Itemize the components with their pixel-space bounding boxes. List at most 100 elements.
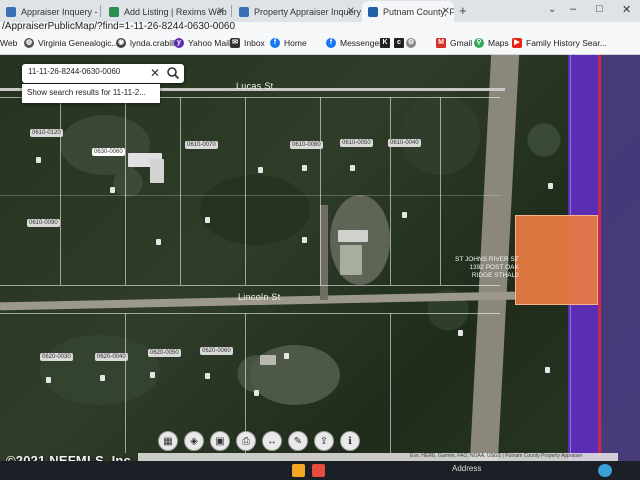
close-tab-icon[interactable]: ✕ bbox=[442, 6, 450, 17]
info-icon[interactable]: ℹ bbox=[340, 431, 360, 451]
bookmark-virginia-genealogic[interactable]: ◍ Virginia Genealogic... bbox=[24, 38, 119, 48]
app-icon[interactable] bbox=[312, 464, 325, 477]
tab-putnam-county[interactable]: Putnam County, FL ✕ bbox=[362, 1, 454, 22]
vegetation-texture bbox=[250, 345, 340, 405]
maps-icon: ⚲ bbox=[474, 38, 484, 48]
selected-parcel-highlight[interactable] bbox=[515, 215, 598, 305]
bookmark-messenger[interactable]: f Messenger bbox=[326, 38, 382, 48]
file-explorer-icon[interactable] bbox=[292, 464, 305, 477]
bookmark-home[interactable]: f Home bbox=[270, 38, 307, 48]
yahoo-icon: y bbox=[174, 38, 184, 48]
print-icon[interactable]: ⎙ bbox=[236, 431, 256, 451]
bookmark-family-history[interactable]: ▶ Family History Sear... bbox=[512, 38, 607, 48]
youtube-icon: ▶ bbox=[512, 38, 522, 48]
building-roof bbox=[340, 245, 362, 275]
gmail-icon: M bbox=[436, 38, 446, 48]
tab-search-chevron-icon[interactable]: ⌄ bbox=[548, 4, 556, 15]
map-attribution: Esri, HERE, Garmin, FAO, NOAA, USGS | Pu… bbox=[410, 453, 583, 459]
bookmark-misc-3[interactable]: ⚙ bbox=[406, 38, 420, 48]
building-roof bbox=[338, 230, 368, 242]
grid-icon[interactable]: ▦ bbox=[158, 431, 178, 451]
bookmark-label: Inbox bbox=[244, 38, 265, 48]
parcel-id-label[interactable]: 0630-0060 bbox=[92, 148, 125, 156]
parcel-id-label[interactable]: 0610-0050 bbox=[340, 139, 373, 147]
vegetation-texture bbox=[200, 175, 310, 245]
layers-icon[interactable]: ◈ bbox=[184, 431, 204, 451]
bookmark-misc-1[interactable]: K bbox=[380, 38, 394, 48]
parcel-owner-label: ST JOHNS RIVER ST 1392 POST OAK RIDGE ST… bbox=[455, 256, 519, 280]
lot-marker bbox=[302, 165, 307, 171]
tab-label: Add Listing | Rexims Web bbox=[124, 6, 227, 17]
tab-add-listing[interactable]: Add Listing | Rexims Web ✕ bbox=[103, 1, 231, 22]
owner-label-line: 1392 POST OAK bbox=[469, 264, 519, 271]
parcel-id-label[interactable]: 0610-0070 bbox=[185, 141, 218, 149]
parcel-id-label[interactable]: 0610-0090 bbox=[27, 219, 60, 227]
parcel-boundary bbox=[390, 97, 391, 285]
close-tab-icon[interactable]: ✕ bbox=[217, 6, 225, 17]
parcel-id-label[interactable]: 0620-0060 bbox=[200, 347, 233, 355]
bookmark-yahoo-mail[interactable]: y Yahoo Mail bbox=[174, 38, 230, 48]
bookmark-label: lynda.crabill bbox=[130, 38, 175, 48]
globe-icon: ◍ bbox=[24, 38, 34, 48]
parcel-map[interactable]: 0630-0060 0610-0120 0610-0070 0610-0080 … bbox=[0, 55, 640, 480]
tab-label: Property Appraiser Inquery - Putn bbox=[254, 6, 361, 17]
address-bar[interactable]: /AppraiserPublicMap/?find=1-11-26-8244-0… bbox=[0, 21, 640, 33]
parcel-id-label[interactable]: 0610-0080 bbox=[290, 141, 323, 149]
parcel-boundary bbox=[0, 195, 500, 196]
close-window-icon[interactable]: ✕ bbox=[622, 3, 631, 16]
clear-search-icon[interactable]: ✕ bbox=[150, 66, 160, 80]
parcel-boundary bbox=[440, 97, 441, 285]
maximize-window-icon[interactable]: □ bbox=[596, 3, 603, 15]
bookmark-lynda-crabill[interactable]: ◉ lynda.crabill bbox=[116, 38, 175, 48]
lot-marker bbox=[545, 367, 550, 373]
bookmark-web[interactable]: Web bbox=[0, 38, 17, 48]
tab-property-appraiser[interactable]: Property Appraiser Inquery - Putn ✕ bbox=[233, 1, 361, 22]
site-favicon-icon bbox=[368, 6, 378, 17]
parcel-boundary bbox=[390, 313, 391, 453]
system-tray-icon[interactable] bbox=[598, 464, 612, 477]
draw-icon[interactable]: ✎ bbox=[288, 431, 308, 451]
parcel-id-label[interactable]: 0610-0040 bbox=[388, 139, 421, 147]
basemap-icon[interactable]: ▣ bbox=[210, 431, 230, 451]
lot-marker bbox=[548, 183, 553, 189]
bookmark-label: Family History Sear... bbox=[526, 38, 607, 48]
lot-marker bbox=[205, 373, 210, 379]
measure-icon[interactable]: ↔ bbox=[262, 431, 282, 451]
bookmark-k-icon: K bbox=[380, 38, 390, 48]
parcel-id-label[interactable]: 0610-0120 bbox=[30, 129, 63, 137]
minimize-window-icon[interactable]: – bbox=[570, 3, 576, 15]
bookmark-gear-icon: ⚙ bbox=[406, 38, 416, 48]
street-label-lincoln: Lincoln St bbox=[238, 292, 281, 302]
lot-marker bbox=[258, 167, 263, 173]
site-favicon-icon bbox=[6, 6, 16, 17]
share-icon[interactable]: ⇪ bbox=[314, 431, 334, 451]
parcel-id-label[interactable]: 0620-0040 bbox=[95, 353, 128, 361]
close-tab-icon[interactable]: ✕ bbox=[347, 6, 355, 17]
parcel-boundary bbox=[245, 97, 246, 285]
url-text[interactable]: /AppraiserPublicMap/?find=1-11-26-8244-0… bbox=[2, 21, 235, 32]
bookmark-c-icon: c bbox=[394, 38, 404, 48]
bookmark-label: Yahoo Mail bbox=[188, 38, 230, 48]
parcel-id-label[interactable]: 0620-0030 bbox=[40, 353, 73, 361]
bookmark-inbox[interactable]: ✉ Inbox bbox=[230, 38, 265, 48]
bookmark-label: Maps bbox=[488, 38, 509, 48]
search-suggestion[interactable]: Show search results for 11-11-2... bbox=[22, 84, 160, 103]
map-toolbar: ▦ ◈ ▣ ⎙ ↔ ✎ ⇪ ℹ bbox=[158, 431, 360, 451]
lot-marker bbox=[402, 212, 407, 218]
tab-label: Appraiser Inquery - Pu bbox=[21, 6, 100, 17]
search-icon[interactable] bbox=[166, 66, 180, 80]
facebook-icon: f bbox=[326, 38, 336, 48]
new-tab-plus-icon[interactable]: + bbox=[459, 3, 467, 18]
lot-marker bbox=[150, 372, 155, 378]
parcel-boundary bbox=[125, 97, 126, 285]
bookmark-maps[interactable]: ⚲ Maps bbox=[474, 38, 509, 48]
parcel-id-label[interactable]: 0620-0050 bbox=[148, 349, 181, 357]
bookmark-gmail[interactable]: M Gmail bbox=[436, 38, 472, 48]
tab-appraiser-inquiry[interactable]: Appraiser Inquery - Pu bbox=[0, 1, 100, 22]
bookmark-label: Gmail bbox=[450, 38, 473, 48]
search-input[interactable] bbox=[28, 67, 146, 76]
parcel-boundary bbox=[320, 97, 321, 285]
bookmark-label: Virginia Genealogic... bbox=[38, 38, 119, 48]
mail-icon: ✉ bbox=[230, 38, 240, 48]
site-favicon-icon bbox=[109, 6, 119, 17]
